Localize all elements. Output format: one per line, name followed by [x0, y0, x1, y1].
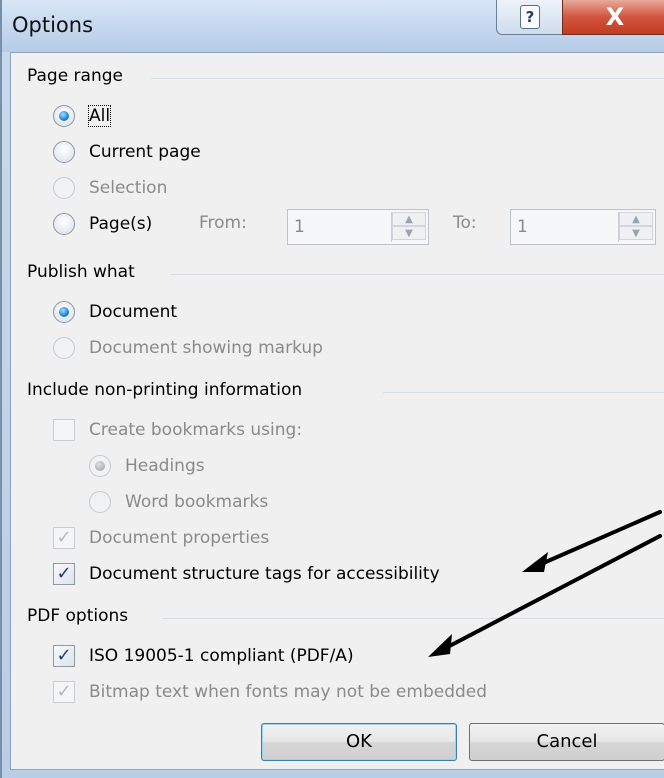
options-dialog: Options ? X Page range All Current page … — [0, 0, 664, 778]
radio-document-markup-indicator — [53, 337, 75, 359]
divider — [163, 618, 664, 619]
help-icon: ? — [520, 5, 540, 29]
to-spinner: 1 ▲ ▼ — [510, 209, 656, 245]
dialog-client-area: Page range All Current page Selection Pa… — [10, 52, 664, 770]
structure-tags-label[interactable]: Document structure tags for accessibilit… — [89, 564, 440, 584]
bitmap-text-checkbox: ✓ — [53, 681, 75, 703]
ok-button[interactable]: OK — [261, 723, 457, 761]
help-button[interactable]: ? — [496, 0, 564, 35]
radio-selection-indicator — [53, 177, 75, 199]
to-spinner-arrows: ▲ ▼ — [618, 212, 653, 242]
from-label: From: — [199, 213, 247, 233]
radio-all-label[interactable]: All — [87, 105, 112, 127]
group-label-page-range: Page range — [27, 66, 131, 86]
close-button[interactable]: X — [562, 0, 664, 35]
radio-current-page-label[interactable]: Current page — [89, 142, 201, 162]
from-spinner: 1 ▲ ▼ — [287, 209, 429, 245]
from-spinner-arrows: ▲ ▼ — [391, 212, 426, 242]
radio-headings-label: Headings — [125, 456, 205, 476]
radio-document-indicator[interactable] — [53, 301, 75, 323]
radio-pages-label[interactable]: Page(s) — [89, 214, 152, 234]
spin-up-icon: ▲ — [619, 212, 653, 226]
radio-document-label[interactable]: Document — [89, 302, 177, 322]
iso-label[interactable]: ISO 19005-1 compliant (PDF/A) — [89, 646, 354, 666]
document-properties-label: Document properties — [89, 528, 270, 548]
cancel-button[interactable]: Cancel — [469, 723, 664, 761]
to-value: 1 — [517, 217, 528, 237]
radio-current-page-indicator[interactable] — [53, 141, 75, 163]
group-label-pdf-options: PDF options — [27, 606, 137, 626]
group-label-non-printing: Include non-printing information — [27, 380, 311, 400]
dialog-title: Options — [12, 13, 94, 37]
radio-word-bookmarks-indicator — [89, 491, 111, 513]
from-value: 1 — [294, 217, 305, 237]
create-bookmarks-label: Create bookmarks using: — [89, 420, 303, 440]
iso-checkbox[interactable]: ✓ — [53, 645, 75, 667]
group-label-publish-what: Publish what — [27, 262, 143, 282]
radio-document-markup-label: Document showing markup — [89, 338, 323, 358]
create-bookmarks-checkbox — [53, 419, 75, 441]
spin-down-icon: ▼ — [392, 226, 426, 240]
title-bar[interactable]: Options ? X — [2, 0, 664, 52]
bitmap-text-label: Bitmap text when fonts may not be embedd… — [89, 682, 488, 702]
radio-selection-label: Selection — [89, 178, 168, 198]
close-icon: X — [605, 3, 625, 31]
structure-tags-checkbox[interactable]: ✓ — [53, 563, 75, 585]
spin-down-icon: ▼ — [619, 226, 653, 240]
divider — [383, 392, 664, 393]
document-properties-checkbox: ✓ — [53, 527, 75, 549]
spin-up-icon: ▲ — [392, 212, 426, 226]
divider — [151, 78, 664, 79]
radio-pages-indicator[interactable] — [53, 213, 75, 235]
radio-all-indicator[interactable] — [53, 105, 75, 127]
to-label: To: — [453, 213, 477, 233]
radio-headings-indicator — [89, 455, 111, 477]
divider — [171, 274, 664, 275]
radio-word-bookmarks-label: Word bookmarks — [125, 492, 269, 512]
